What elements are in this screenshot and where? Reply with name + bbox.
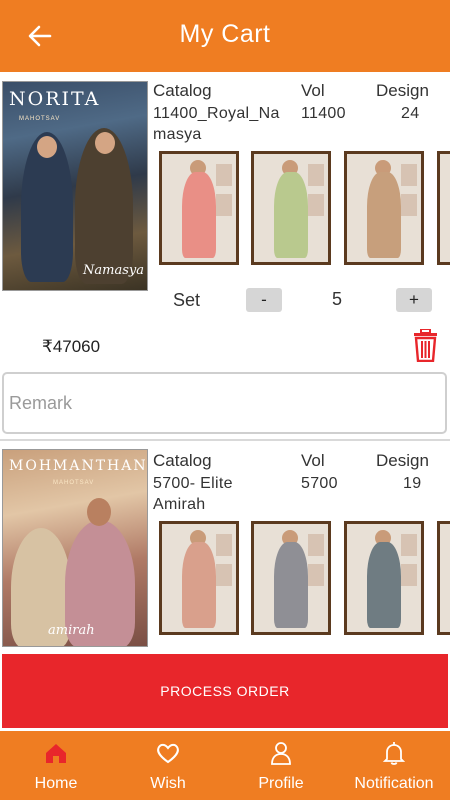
design-thumbnail[interactable]: [251, 151, 331, 265]
cover-brand-text: MOHMANTHAN: [9, 458, 148, 474]
nav-home[interactable]: Home: [0, 731, 112, 800]
design-thumbnail[interactable]: [437, 521, 450, 635]
design-thumbnail[interactable]: [437, 151, 450, 265]
design-thumbnails: [157, 521, 450, 635]
increase-quantity-button[interactable]: +: [396, 288, 432, 312]
cover-logo: MAHOTSAV: [53, 480, 95, 486]
nav-notification[interactable]: Notification: [338, 731, 450, 800]
vol-value: 11400: [301, 105, 346, 122]
nav-label: Profile: [258, 775, 304, 792]
quantity-value: 5: [331, 289, 342, 309]
cart-item: NORITA MAHOTSAV Namasya Catalog Vol Desi…: [0, 79, 450, 439]
design-count: 24: [401, 105, 420, 122]
design-thumbnails: [157, 151, 450, 265]
catalog-name-line1: 5700- Elite: [153, 475, 233, 492]
design-thumbnail[interactable]: [344, 151, 424, 265]
decrease-quantity-button[interactable]: -: [246, 288, 282, 312]
catalog-name-line1: 11400_Royal_Na: [153, 105, 280, 122]
cover-brand-text: NORITA: [9, 88, 101, 110]
user-icon: [271, 742, 291, 765]
vol-header: Vol: [301, 451, 325, 470]
catalog-name-line2: masya: [153, 126, 202, 143]
model-face: [95, 132, 115, 154]
page-title: My Cart: [179, 20, 271, 48]
model-face: [37, 136, 57, 158]
cover-script-text: amirah: [48, 623, 95, 638]
design-header: Design: [376, 81, 429, 100]
catalog-cover-image[interactable]: MOHMANTHAN MAHOTSAV amirah: [2, 449, 148, 647]
nav-profile[interactable]: Profile: [225, 731, 337, 800]
catalog-header: Catalog: [153, 451, 212, 470]
cart-item: MOHMANTHAN MAHOTSAV amirah Catalog Vol D…: [0, 447, 450, 652]
design-thumbnail[interactable]: [251, 521, 331, 635]
cart-screen: My Cart NORITA MAHOTSAV Namasya Catalog …: [0, 0, 450, 800]
vol-header: Vol: [301, 81, 325, 100]
cover-logo: MAHOTSAV: [19, 116, 61, 122]
divider: [0, 439, 450, 441]
cover-script-text: Namasya: [83, 263, 144, 278]
design-thumbnail[interactable]: [344, 521, 424, 635]
nav-label: Wish: [150, 775, 186, 792]
vol-value: 5700: [301, 475, 338, 492]
process-order-button[interactable]: PROCESS ORDER: [2, 654, 448, 728]
set-label: Set: [173, 290, 201, 310]
design-thumbnail[interactable]: [159, 521, 239, 635]
catalog-name-line2: Amirah: [153, 496, 206, 513]
bottom-navigation: Home Wish Profile Notification: [0, 731, 450, 800]
heart-icon: [157, 743, 179, 764]
catalog-header: Catalog: [153, 81, 212, 100]
catalog-cover-image[interactable]: NORITA MAHOTSAV Namasya: [2, 81, 148, 291]
design-thumbnail[interactable]: [159, 151, 239, 265]
remark-input[interactable]: [2, 372, 447, 434]
home-icon: [46, 744, 66, 763]
model-face: [87, 498, 111, 526]
bell-icon: [382, 742, 406, 765]
design-header: Design: [376, 451, 429, 470]
nav-label: Notification: [354, 775, 434, 792]
nav-wish[interactable]: Wish: [112, 731, 224, 800]
item-price: ₹47060: [42, 337, 101, 356]
app-header: My Cart: [0, 0, 450, 72]
nav-label: Home: [34, 775, 78, 792]
design-count: 19: [403, 475, 422, 492]
delete-trash-icon[interactable]: [413, 329, 438, 362]
